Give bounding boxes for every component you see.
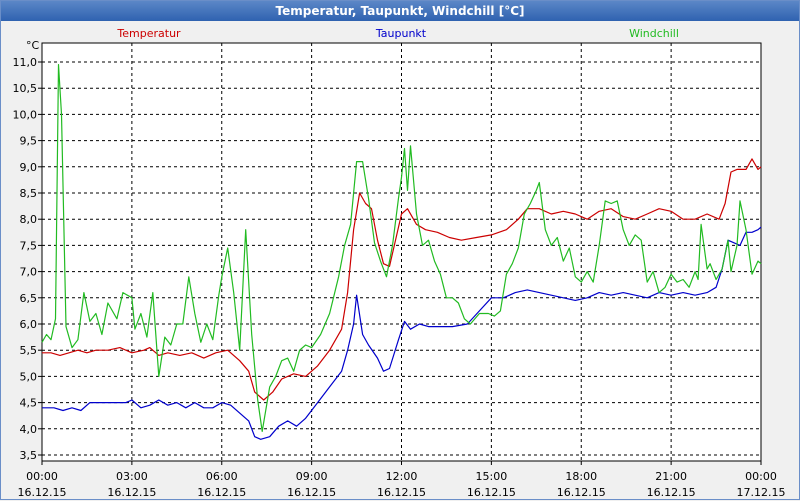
x-tick-date-label: 16.12.15	[467, 486, 516, 499]
y-tick-label: 4,5	[20, 397, 38, 410]
y-tick-label: 6,5	[20, 292, 38, 305]
x-tick-time-label: 06:00	[206, 470, 238, 483]
y-axis-unit-label: °C	[26, 39, 40, 52]
x-axis-ticks: 00:00 16.12.15 03:00 16.12.15 06:00 16.12.15 0…	[18, 461, 786, 499]
x-tick-time-label: 15:00	[476, 470, 508, 483]
x-tick-time-label: 00:00	[745, 470, 777, 483]
x-tick-time-label: 21:00	[655, 470, 687, 483]
y-tick-label: 5,0	[20, 370, 38, 383]
legend-taupunkt: Taupunkt	[375, 27, 427, 40]
legend-temperatur: Temperatur	[116, 27, 181, 40]
x-tick-date-label: 16.12.15	[18, 486, 67, 499]
y-tick-label: 9,5	[20, 135, 38, 148]
y-tick-label: 7,0	[20, 266, 38, 279]
chart-window: Temperatur, Taupunkt, Windchill [°C] 11,…	[0, 0, 800, 500]
y-tick-label: 5,5	[20, 344, 38, 357]
y-tick-label: 11,0	[13, 56, 38, 69]
y-tick-label: 10,5	[13, 82, 38, 95]
y-tick-label: 8,0	[20, 213, 38, 226]
y-tick-label: 6,0	[20, 318, 38, 331]
x-tick-time-label: 18:00	[565, 470, 597, 483]
x-tick-time-label: 03:00	[116, 470, 148, 483]
x-tick-date-label: 16.12.15	[287, 486, 336, 499]
x-tick-time-label: 09:00	[296, 470, 328, 483]
x-tick-date-label: 16.12.15	[107, 486, 156, 499]
x-tick-date-label: 16.12.15	[557, 486, 606, 499]
x-tick-time-label: 12:00	[386, 470, 418, 483]
x-tick-date-label: 17.12.15	[737, 486, 786, 499]
y-tick-label: 8,5	[20, 187, 38, 200]
y-tick-label: 3,5	[20, 449, 38, 462]
x-tick-date-label: 16.12.15	[197, 486, 246, 499]
y-axis-ticks: 11,0 10,5 10,0 9,5 9,0 8,5 8,0 7,5 7,0 6,5 6,0 5,5 5…	[13, 56, 42, 462]
x-tick-time-label: 00:00	[26, 470, 58, 483]
legend-windchill: Windchill	[629, 27, 679, 40]
chart-svg: 11,0 10,5 10,0 9,5 9,0 8,5 8,0 7,5 7,0 6,5 6,0 5,5 5…	[13, 27, 786, 499]
x-tick-date-label: 16.12.15	[377, 486, 426, 499]
y-tick-label: 7,5	[20, 239, 38, 252]
y-tick-label: 10,0	[13, 108, 38, 121]
x-tick-date-label: 16.12.15	[647, 486, 696, 499]
y-tick-label: 9,0	[20, 161, 38, 174]
y-tick-label: 4,0	[20, 423, 38, 436]
